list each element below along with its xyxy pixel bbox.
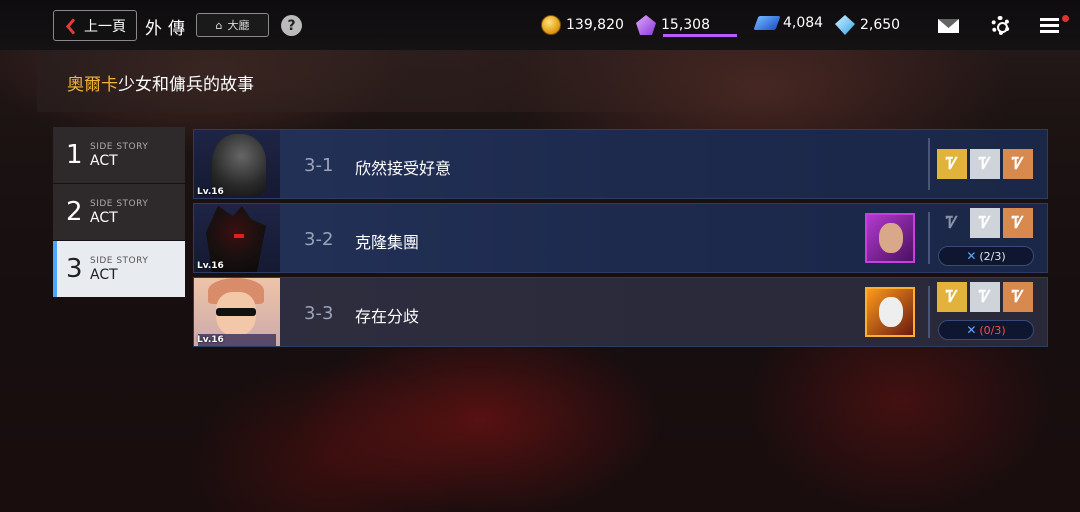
gold-value: 139,820	[566, 17, 624, 33]
act-subtitle: SIDE STORY	[90, 141, 149, 152]
gold-medal-icon: Ꮴ	[937, 149, 967, 179]
purple-gem-bar	[663, 34, 737, 37]
divider	[928, 138, 930, 190]
medal-group: Ꮴ Ꮴ Ꮴ	[937, 149, 1033, 179]
reward-character-icon[interactable]	[865, 213, 915, 263]
act-subtitle: SIDE STORY	[90, 255, 149, 266]
divider	[928, 212, 930, 264]
level-name: 克隆集團	[355, 233, 420, 252]
story-title-highlight: 奧爾卡	[67, 75, 118, 95]
medal-group: Ꮴ Ꮴ Ꮴ	[937, 282, 1033, 312]
story-title-rest: 少女和傭兵的故事	[118, 75, 254, 95]
act-label: ACT	[90, 152, 118, 169]
counter-value: (0/3)	[979, 323, 1006, 337]
reward-character-icon[interactable]	[865, 287, 915, 337]
level-code: 3-2	[304, 229, 334, 250]
notification-dot	[1062, 15, 1069, 22]
silver-medal-icon: Ꮴ	[970, 282, 1000, 312]
act-tab-2[interactable]: 2 SIDE STORY ACT	[53, 184, 185, 240]
act-subtitle: SIDE STORY	[90, 198, 149, 209]
diamond-icon	[835, 15, 855, 35]
level-row-3-2[interactable]: Lv.16 3-2 克隆集團 Ꮴ Ꮴ Ꮴ ✕ (2/3)	[193, 203, 1048, 273]
lobby-button[interactable]: ⌂ 大廳	[196, 13, 269, 37]
chevron-left-icon	[62, 17, 76, 35]
bronze-medal-icon: Ꮴ	[1003, 149, 1033, 179]
purple-gem-icon	[636, 15, 656, 35]
mail-icon[interactable]	[938, 19, 959, 33]
counter-value: (2/3)	[979, 249, 1006, 263]
resource-diamond[interactable]: 2,650	[835, 15, 900, 35]
level-name: 欣然接受好意	[355, 159, 452, 178]
diamond-value: 2,650	[860, 17, 901, 33]
level-code: 3-3	[304, 303, 334, 324]
gear-icon[interactable]	[991, 16, 1010, 35]
resource-gold[interactable]: 139,820	[541, 15, 624, 35]
story-title: 奧爾卡少女和傭兵的故事	[67, 70, 254, 95]
level-name: 存在分歧	[355, 307, 420, 326]
lobby-label: 大廳	[227, 19, 250, 32]
level-list: Lv.16 3-1 欣然接受好意 Ꮴ Ꮴ Ꮴ Lv.16 3-2 克隆集團 Ꮴ …	[193, 129, 1048, 351]
divider	[928, 286, 930, 338]
purple-gem-value: 15,308	[661, 17, 710, 33]
act-number: 1	[66, 140, 83, 170]
back-label: 上一頁	[84, 18, 126, 35]
crossed-swords-icon: ✕	[966, 323, 977, 337]
back-button[interactable]: 上一頁	[53, 10, 137, 41]
bronze-medal-icon: Ꮴ	[1003, 282, 1033, 312]
level-row-3-1[interactable]: Lv.16 3-1 欣然接受好意 Ꮴ Ꮴ Ꮴ	[193, 129, 1048, 199]
top-bar: 上一頁 外傳 ⌂ 大廳 ? 139,820 15,308 4,084 2,650	[0, 0, 1080, 50]
level-badge: Lv.16	[197, 335, 224, 345]
bronze-medal-icon: Ꮴ	[1003, 208, 1033, 238]
home-icon: ⌂	[215, 18, 223, 32]
crossed-swords-icon: ✕	[966, 249, 977, 263]
level-badge: Lv.16	[197, 187, 224, 197]
page-title: 外傳	[145, 19, 191, 39]
level-row-3-3[interactable]: Lv.16 3-3 存在分歧 Ꮴ Ꮴ Ꮴ ✕ (0/3)	[193, 277, 1048, 347]
help-icon[interactable]: ?	[281, 15, 302, 36]
act-tab-1[interactable]: 1 SIDE STORY ACT	[53, 127, 185, 183]
gold-coin-icon	[541, 15, 561, 35]
menu-icon[interactable]	[1040, 18, 1059, 33]
attempt-counter: ✕ (2/3)	[938, 246, 1034, 266]
gold-medal-locked-icon: Ꮴ	[945, 213, 959, 232]
silver-medal-icon: Ꮴ	[970, 208, 1000, 238]
level-code: 3-1	[304, 155, 334, 176]
act-label: ACT	[90, 266, 118, 283]
act-label: ACT	[90, 209, 118, 226]
silver-medal-icon: Ꮴ	[970, 149, 1000, 179]
act-tab-3[interactable]: 3 SIDE STORY ACT	[53, 241, 185, 297]
ticket-value: 4,084	[783, 15, 824, 31]
resource-ticket[interactable]: 4,084	[753, 15, 824, 31]
medal-group: Ꮴ Ꮴ Ꮴ	[937, 208, 1033, 238]
act-list: 1 SIDE STORY ACT 2 SIDE STORY ACT 3 SIDE…	[53, 127, 185, 298]
resource-purple-gem[interactable]: 15,308	[636, 15, 710, 35]
act-number: 3	[66, 254, 83, 284]
level-badge: Lv.16	[197, 261, 224, 271]
ticket-icon	[753, 16, 781, 30]
act-number: 2	[66, 197, 83, 227]
attempt-counter: ✕ (0/3)	[938, 320, 1034, 340]
gold-medal-icon: Ꮴ	[937, 282, 967, 312]
